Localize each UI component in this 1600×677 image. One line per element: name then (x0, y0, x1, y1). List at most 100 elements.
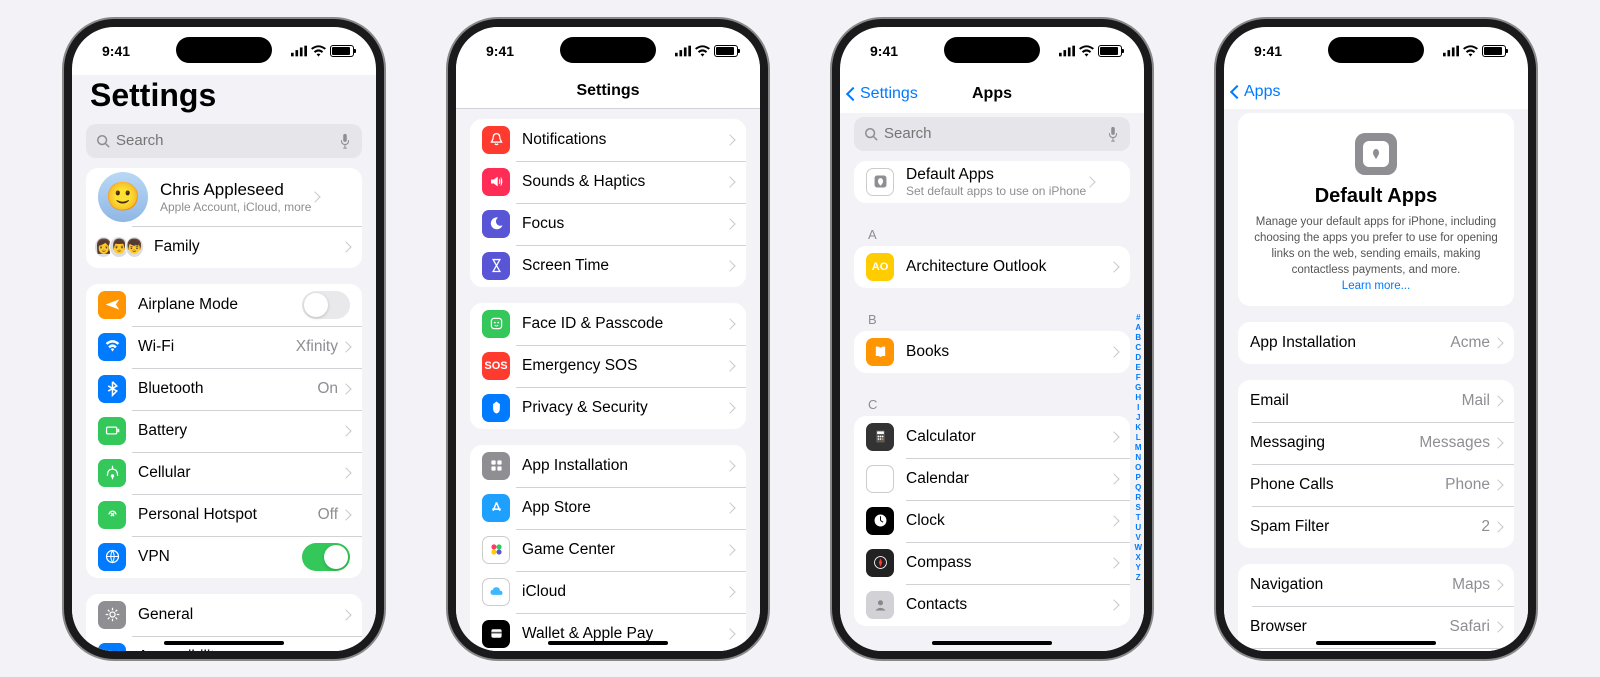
signal-icon (1059, 45, 1075, 57)
row-label: Browser (1250, 618, 1450, 636)
settings-row[interactable]: Wallet & Apple Pay (470, 613, 746, 651)
settings-row[interactable]: Privacy & Security (470, 387, 746, 429)
gear-icon (98, 601, 126, 629)
index-strip[interactable]: #ABCDEFGHIJKLMNOPQRSTUVWXYZ (1134, 313, 1142, 583)
settings-row[interactable]: Phone CallsPhone (1238, 464, 1514, 506)
row-label: Focus (522, 215, 726, 233)
settings-row[interactable]: Screen Time (470, 245, 746, 287)
batt-icon (98, 417, 126, 445)
chevron-right-icon (1108, 473, 1119, 484)
appstore-group: App InstallationApp Store Game Center iClo… (470, 445, 746, 651)
settings-row[interactable]: Cellular (86, 452, 362, 494)
settings-row[interactable]: Compass (854, 542, 1130, 584)
search-bar[interactable] (854, 117, 1130, 151)
settings-row[interactable]: MessagingMessages (1238, 422, 1514, 464)
back-button[interactable]: Settings (848, 85, 918, 103)
settings-row[interactable]: BluetoothOn (86, 368, 362, 410)
chevron-right-icon (340, 609, 351, 620)
row-label: Clock (906, 512, 1110, 530)
row-label: General (138, 606, 342, 624)
row-label: Game Center (522, 541, 726, 559)
home-indicator[interactable] (1316, 641, 1436, 645)
nav-bar: Settings Apps (840, 75, 1144, 113)
search-input[interactable] (884, 125, 1100, 142)
row-label: Compass (906, 554, 1110, 572)
settings-row[interactable]: Spam Filter2 (1238, 506, 1514, 548)
row-label: Accessibility (138, 648, 342, 651)
search-bar[interactable] (86, 124, 362, 158)
settings-row[interactable]: NavigationMaps (1238, 564, 1514, 606)
chevron-right-icon (1108, 515, 1119, 526)
bt-icon (98, 375, 126, 403)
row-label: Wi-Fi (138, 338, 296, 356)
settings-row[interactable]: Focus (470, 203, 746, 245)
family-row[interactable]: 👩👨👦 Family (86, 226, 362, 268)
row-label: VPN (138, 548, 302, 566)
screen: Default Apps Set default apps to use on … (840, 113, 1144, 651)
section-header: C (840, 389, 1144, 416)
row-label: iCloud (522, 583, 726, 601)
settings-row[interactable]: EmailMail (1238, 380, 1514, 422)
mic-icon[interactable] (338, 133, 352, 149)
hourglass-icon (482, 252, 510, 280)
settings-row[interactable]: Sounds & Haptics (470, 161, 746, 203)
home-indicator[interactable] (164, 641, 284, 645)
settings-row[interactable]: Books (854, 331, 1130, 373)
home-indicator[interactable] (932, 641, 1052, 645)
chevron-right-icon (340, 383, 351, 394)
toggle[interactable] (302, 543, 350, 571)
settings-row[interactable]: AOArchitecture Outlook (854, 246, 1130, 288)
settings-row[interactable]: Clock (854, 500, 1130, 542)
settings-row[interactable]: Airplane Mode (86, 284, 362, 326)
settings-row[interactable]: Contacts (854, 584, 1130, 626)
settings-row[interactable]: TranslationTranslate (1238, 648, 1514, 651)
settings-row[interactable]: App Installation (470, 445, 746, 487)
settings-row[interactable]: App Store (470, 487, 746, 529)
row-value: Phone (1445, 476, 1490, 494)
wifi-icon (695, 45, 710, 57)
dynamic-island (944, 37, 1040, 63)
chevron-right-icon (724, 628, 735, 639)
row-label: Face ID & Passcode (522, 315, 726, 333)
phone-settings-main: 9:41 Settings 🙂 Chris Appleseed Apple Ac… (64, 19, 384, 659)
home-indicator[interactable] (548, 641, 668, 645)
settings-row[interactable]: iCloud (470, 571, 746, 613)
settings-row[interactable]: App InstallationAcme (1238, 322, 1514, 364)
chevron-right-icon (1492, 579, 1503, 590)
settings-row[interactable]: SOSEmergency SOS (470, 345, 746, 387)
row-label: Navigation (1250, 576, 1452, 594)
notifications-group: NotificationsSounds & Haptics Focus Screen… (470, 119, 746, 287)
settings-row[interactable]: Wi-FiXfinity (86, 326, 362, 368)
chevron-right-icon (1108, 346, 1119, 357)
back-button[interactable]: Apps (1232, 83, 1280, 101)
row-label: Email (1250, 392, 1462, 410)
nav-group: NavigationMapsBrowserSafariTranslationTr… (1238, 564, 1514, 651)
chevron-right-icon (310, 191, 321, 202)
chevron-right-icon (724, 502, 735, 513)
mic-icon[interactable] (1106, 126, 1120, 142)
row-value: Acme (1450, 334, 1490, 352)
dynamic-island (560, 37, 656, 63)
battery-icon (1482, 45, 1506, 57)
screen: Default Apps Manage your default apps fo… (1224, 109, 1528, 651)
signal-icon (675, 45, 691, 57)
install-group: App InstallationAcme (1238, 322, 1514, 364)
dynamic-island (176, 37, 272, 63)
settings-row[interactable]: Personal HotspotOff (86, 494, 362, 536)
settings-row[interactable]: Face ID & Passcode (470, 303, 746, 345)
settings-row[interactable]: 28Calendar (854, 458, 1130, 500)
search-input[interactable] (116, 132, 332, 149)
icloud-icon (482, 578, 510, 606)
settings-row[interactable]: Game Center (470, 529, 746, 571)
settings-row[interactable]: Calculator (854, 416, 1130, 458)
profile-row[interactable]: 🙂 Chris Appleseed Apple Account, iCloud,… (86, 168, 362, 226)
learn-more-link[interactable]: Learn more... (1238, 280, 1514, 306)
settings-row[interactable]: VPN (86, 536, 362, 578)
settings-row[interactable]: Notifications (470, 119, 746, 161)
chevron-right-icon (1492, 621, 1503, 632)
toggle[interactable] (302, 291, 350, 319)
dynamic-island (1328, 37, 1424, 63)
default-apps-row[interactable]: Default Apps Set default apps to use on … (854, 161, 1130, 203)
settings-row[interactable]: Battery (86, 410, 362, 452)
settings-row[interactable]: General (86, 594, 362, 636)
